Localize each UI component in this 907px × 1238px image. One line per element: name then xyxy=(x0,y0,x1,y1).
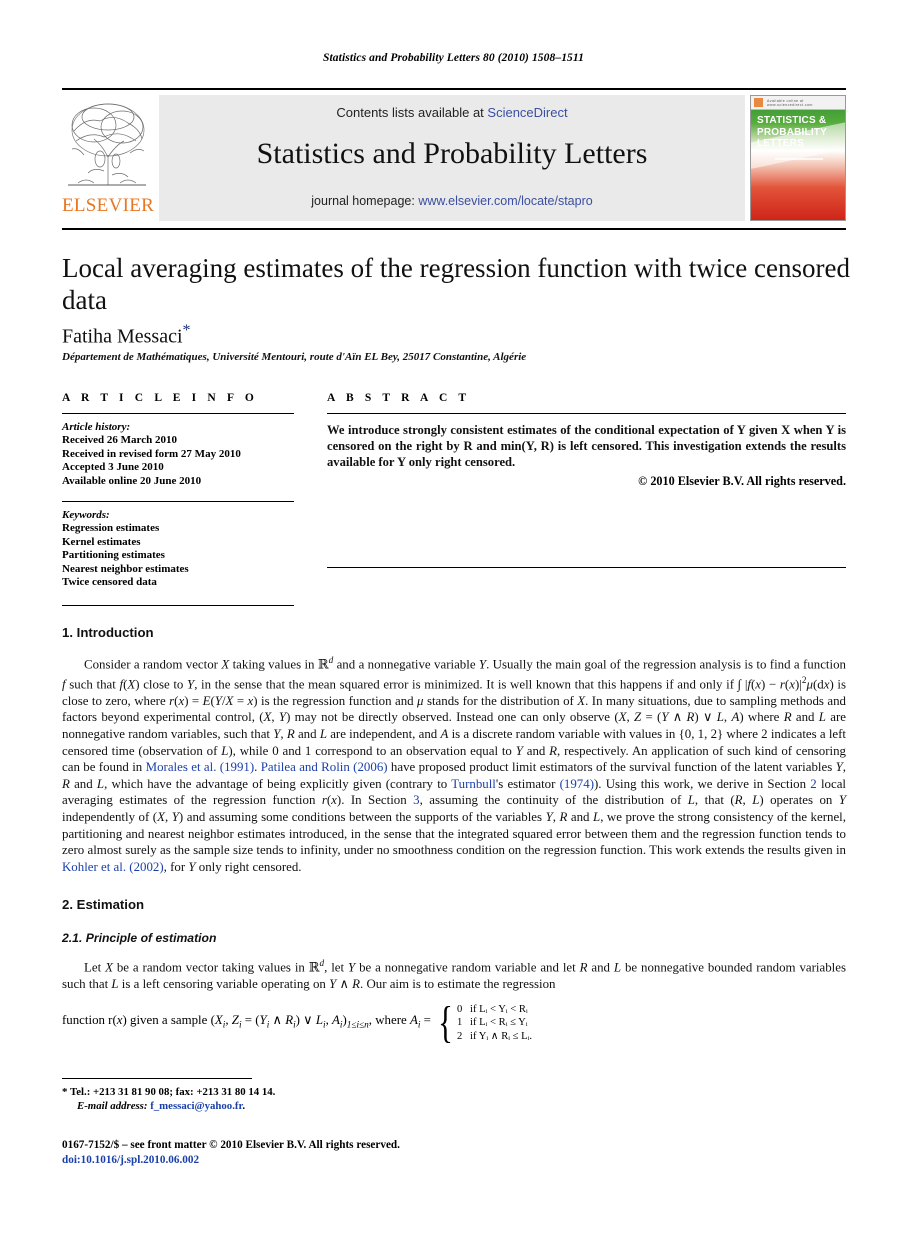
sciencedirect-link[interactable]: ScienceDirect xyxy=(487,105,567,120)
author-label: Fatiha Messaci xyxy=(62,325,183,348)
footnote-tel-text: Tel.: +213 31 81 90 08; fax: +213 31 80 … xyxy=(70,1086,276,1098)
section-heading-estimation: 2. Estimation xyxy=(62,897,145,913)
running-head: Statistics and Probability Letters 80 (2… xyxy=(323,52,584,64)
estimation-paragraph: Let X be a random vector taking values i… xyxy=(62,959,846,992)
footnote-email: E-mail address: f_messaci@yahoo.fr. xyxy=(62,1099,562,1113)
email-label: E-mail address: xyxy=(77,1100,148,1112)
footnote-block: * Tel.: +213 31 81 90 08; fax: +213 31 8… xyxy=(62,1085,562,1113)
journal-homepage-line: journal homepage: www.elsevier.com/locat… xyxy=(159,194,745,208)
history-item: Accepted 3 June 2010 xyxy=(62,461,164,474)
cover-title-line1: STATISTICS & xyxy=(757,115,827,126)
keyword-item: Twice censored data xyxy=(62,576,157,589)
section-link-3[interactable]: 3 xyxy=(413,793,419,807)
article-history-label: Article history: xyxy=(62,421,131,433)
masthead-bottom-rule xyxy=(62,228,846,230)
doi-link[interactable]: doi:10.1016/j.spl.2010.06.002 xyxy=(62,1153,662,1168)
case-value: 0 xyxy=(457,1003,463,1015)
case-condition: if Lᵢ < Yᵢ < Rᵢ xyxy=(470,1003,528,1015)
keywords-separator-rule xyxy=(62,501,294,503)
issn-copyright-line: 0167-7152/$ – see front matter © 2010 El… xyxy=(62,1139,400,1151)
cover-elsevier-icon xyxy=(754,98,763,107)
section-link-2[interactable]: 2 xyxy=(810,777,816,791)
keyword-item: Regression estimates xyxy=(62,522,160,535)
abstract-heading: A B S T R A C T xyxy=(327,392,471,404)
citation-morales[interactable]: Morales et al. (1991) xyxy=(146,760,255,774)
citation-turnbull-year[interactable]: (1974) xyxy=(560,777,594,791)
case-value: 2 xyxy=(457,1030,463,1042)
article-info-bottom-rule xyxy=(62,605,294,607)
footnote-contact: * Tel.: +213 31 81 90 08; fax: +213 31 8… xyxy=(62,1085,562,1099)
subsection-heading-principle: 2.1. Principle of estimation xyxy=(62,931,217,946)
email-trailing-period: . xyxy=(242,1100,246,1112)
contents-band: Contents lists available at ScienceDirec… xyxy=(159,95,745,221)
abstract-column: A B S T R A C T We introduce strongly co… xyxy=(327,392,846,568)
case-condition: if Yᵢ ∧ Rᵢ ≤ Lᵢ. xyxy=(470,1030,532,1042)
cover-title: STATISTICS & PROBABILITY LETTERS xyxy=(757,115,841,150)
elsevier-wordmark: ELSEVIER xyxy=(62,195,155,216)
citation-turnbull[interactable]: Turnbull xyxy=(451,777,496,791)
page-title: Local averaging estimates of the regress… xyxy=(62,253,850,315)
history-item: Available online 20 June 2010 xyxy=(62,474,202,487)
journal-title: Statistics and Probability Letters xyxy=(256,137,648,170)
estimator-formula: function r(x) given a sample (Xi, Zi = (… xyxy=(62,998,846,1048)
keywords-block: Keywords: Regression estimates Kernel es… xyxy=(62,509,294,589)
case-row: 2 if Yᵢ ∧ Rᵢ ≤ Lᵢ. xyxy=(457,1031,532,1042)
paper-page: Statistics and Probability Letters 80 (2… xyxy=(0,0,907,1238)
contents-lists-line: Contents lists available at ScienceDirec… xyxy=(159,105,745,120)
elsevier-tree-icon xyxy=(64,97,150,195)
cover-title-line2: PROBABILITY xyxy=(757,126,827,138)
article-info-rule xyxy=(62,413,294,414)
cover-topbar-text: Available online at www.sciencedirect.co… xyxy=(767,99,813,107)
history-item: Received in revised form 27 May 2010 xyxy=(62,447,241,460)
case-row: 1 if Lᵢ < Rᵢ ≤ Yᵢ xyxy=(457,1017,528,1028)
case-row: 0 if Lᵢ < Yᵢ < Rᵢ xyxy=(457,1004,528,1015)
article-info-column: A R T I C L E I N F O Article history: R… xyxy=(62,392,294,607)
author-footnote-marker[interactable]: * xyxy=(183,322,191,339)
author-affiliation: Département de Mathématiques, Université… xyxy=(62,351,527,363)
formula-lead-text: function r(x) given a sample (Xi, Zi = (… xyxy=(62,1013,431,1031)
footnote-star-marker: * xyxy=(62,1086,68,1098)
left-brace-glyph: { xyxy=(438,998,453,1048)
cover-divider xyxy=(775,158,823,160)
citation-patilea[interactable]: Patilea and Rolin (2006) xyxy=(261,760,388,774)
contents-lists-prefix: Contents lists available at xyxy=(336,105,488,120)
abstract-bottom-rule xyxy=(327,566,846,568)
footnote-separator-rule xyxy=(62,1078,252,1079)
elsevier-tree-svg xyxy=(68,103,146,186)
keyword-item: Nearest neighbor estimates xyxy=(62,562,189,575)
cover-title-line3: LETTERS xyxy=(757,138,804,149)
abstract-top-rule xyxy=(327,413,846,414)
author-name: Fatiha Messaci* xyxy=(62,322,191,349)
keyword-item: Kernel estimates xyxy=(62,535,141,548)
citation-kohler[interactable]: Kohler et al. (2002) xyxy=(62,860,164,874)
history-item: Received 26 March 2010 xyxy=(62,434,177,447)
journal-homepage-link[interactable]: www.elsevier.com/locate/stapro xyxy=(418,194,592,208)
intro-paragraph: Consider a random vector X taking values… xyxy=(62,656,847,874)
case-value: 1 xyxy=(457,1017,463,1029)
article-body: 1. Introduction Consider a random vector… xyxy=(62,625,847,1048)
keywords-label: Keywords: xyxy=(62,509,110,522)
keyword-item: Partitioning estimates xyxy=(62,549,165,562)
article-info-heading: A R T I C L E I N F O xyxy=(62,392,258,404)
abstract-copyright: © 2010 Elsevier B.V. All rights reserved… xyxy=(638,473,846,488)
cover-topbar: Available online at www.sciencedirect.co… xyxy=(751,96,845,110)
journal-cover-thumbnail: Available online at www.sciencedirect.co… xyxy=(750,95,846,221)
homepage-prefix: journal homepage: xyxy=(311,194,419,208)
elsevier-logo: ELSEVIER xyxy=(62,95,155,221)
section-heading-introduction: 1. Introduction xyxy=(62,625,154,640)
email-link[interactable]: f_messaci@yahoo.fr xyxy=(150,1100,242,1112)
journal-masthead: ELSEVIER Contents lists available at Sci… xyxy=(62,88,846,223)
cases-expression: { 0 if Lᵢ < Yᵢ < Rᵢ 1 if Lᵢ < Rᵢ ≤ Yᵢ 2 if … xyxy=(435,998,532,1048)
article-history-block: Article history: Received 26 March 2010 … xyxy=(62,421,294,488)
imprint-block: 0167-7152/$ – see front matter © 2010 El… xyxy=(62,1138,662,1168)
abstract-text: We introduce strongly consistent estimat… xyxy=(327,423,846,470)
case-condition: if Lᵢ < Rᵢ ≤ Yᵢ xyxy=(470,1017,528,1029)
